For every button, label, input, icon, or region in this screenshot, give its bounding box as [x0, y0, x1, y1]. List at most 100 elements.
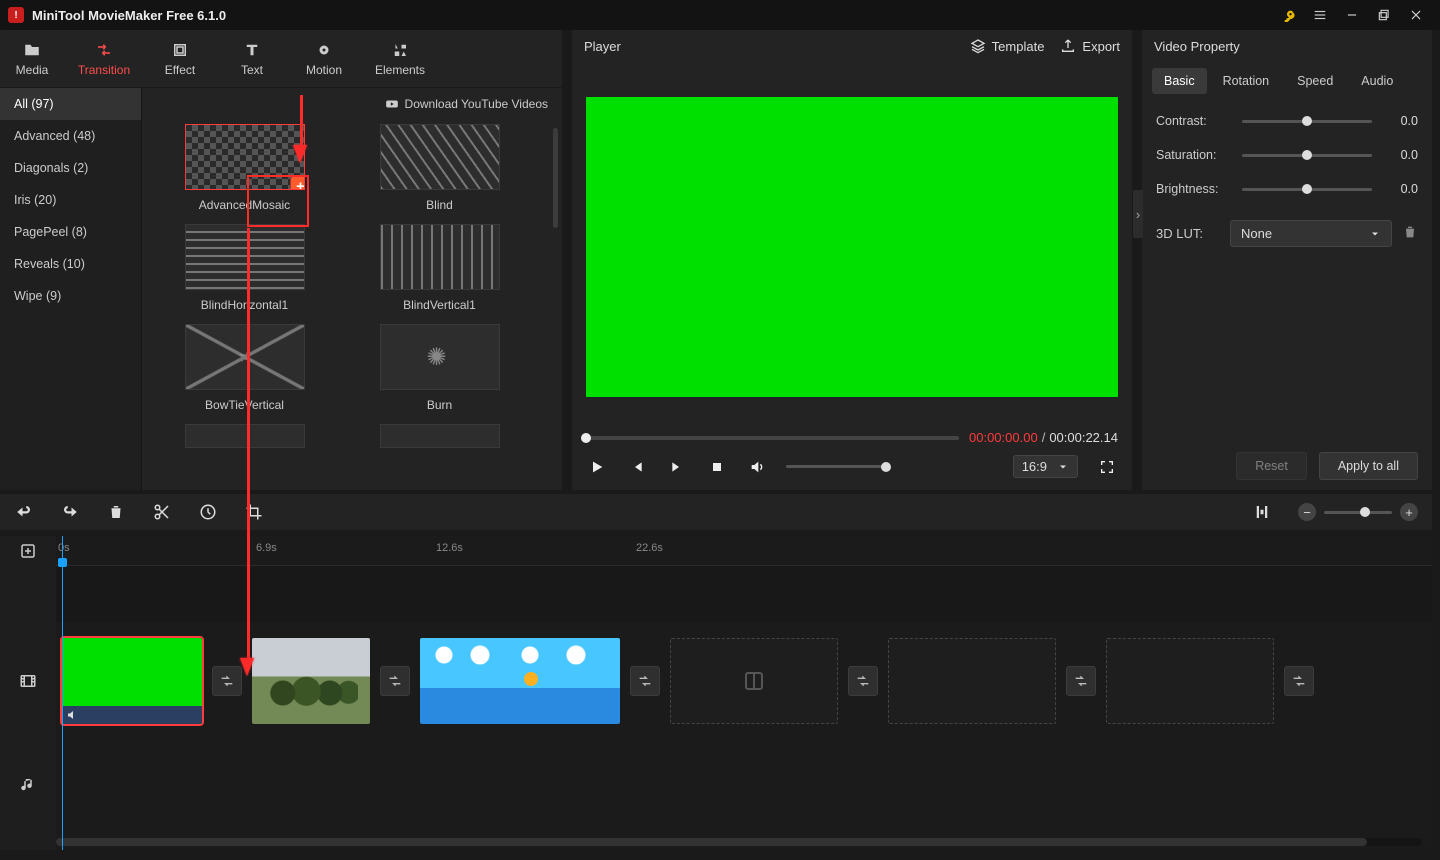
transition-label: BlindHorizontal1: [201, 298, 288, 312]
video-track[interactable]: [56, 622, 1432, 740]
clip-placeholder-3[interactable]: [1106, 638, 1274, 724]
transition-slot-1[interactable]: [212, 666, 242, 696]
transition-thumb: [380, 324, 500, 390]
seek-bar[interactable]: [586, 436, 959, 440]
app-title: MiniTool MovieMaker Free 6.1.0: [32, 8, 226, 23]
volume-slider[interactable]: [786, 465, 886, 468]
clip-2[interactable]: [252, 638, 370, 724]
collapse-property-button[interactable]: ›: [1133, 190, 1143, 238]
next-frame-button[interactable]: [666, 456, 688, 478]
zoom-in-button[interactable]: +: [1400, 503, 1418, 521]
tab-elements-label: Elements: [375, 63, 425, 77]
transition-blind[interactable]: Blind: [351, 124, 528, 212]
timeline-hscroll[interactable]: [56, 838, 1422, 846]
video-preview: [586, 97, 1118, 397]
volume-icon[interactable]: [746, 456, 768, 478]
category-pagepeel[interactable]: PagePeel (8): [0, 216, 141, 248]
timeline-ruler[interactable]: 0s 6.9s 12.6s 22.6s: [56, 536, 1432, 566]
fullscreen-button[interactable]: [1096, 456, 1118, 478]
transition-advancedmosaic[interactable]: + AdvancedMosaic: [156, 124, 333, 212]
menu-icon[interactable]: [1304, 0, 1336, 30]
transition-burn[interactable]: Burn: [351, 324, 528, 412]
prop-tab-audio[interactable]: Audio: [1349, 68, 1405, 94]
transition-more-2[interactable]: [351, 424, 528, 448]
category-iris[interactable]: Iris (20): [0, 184, 141, 216]
transition-label: Burn: [427, 398, 452, 412]
category-reveals[interactable]: Reveals (10): [0, 248, 141, 280]
crop-button[interactable]: [244, 502, 264, 522]
contrast-slider[interactable]: [1242, 120, 1372, 123]
timecode-current: 00:00:00.00: [969, 430, 1038, 445]
download-youtube-link[interactable]: Download YouTube Videos: [385, 97, 548, 111]
transition-slot-4[interactable]: [848, 666, 878, 696]
clip-1[interactable]: [62, 638, 202, 724]
maximize-icon[interactable]: [1368, 0, 1400, 30]
split-button[interactable]: [152, 502, 172, 522]
transition-slot-3[interactable]: [630, 666, 660, 696]
transition-thumb: [380, 124, 500, 190]
redo-button[interactable]: [60, 502, 80, 522]
apply-all-button[interactable]: Apply to all: [1319, 452, 1418, 480]
transition-label: AdvancedMosaic: [199, 198, 290, 212]
tab-media[interactable]: Media: [0, 30, 64, 87]
transition-slot-6[interactable]: [1284, 666, 1314, 696]
export-button[interactable]: Export: [1060, 38, 1120, 54]
close-icon[interactable]: [1400, 0, 1432, 30]
stop-button[interactable]: [706, 456, 728, 478]
lut-select[interactable]: None: [1230, 220, 1392, 247]
tab-motion[interactable]: Motion: [288, 30, 360, 87]
add-track-button[interactable]: [0, 536, 56, 566]
transition-slot-2[interactable]: [380, 666, 410, 696]
category-wipe[interactable]: Wipe (9): [0, 280, 141, 312]
tab-text[interactable]: Text: [216, 30, 288, 87]
category-all[interactable]: All (97): [0, 88, 141, 120]
audio-track-icon: [0, 740, 56, 830]
prev-frame-button[interactable]: [626, 456, 648, 478]
transition-thumb: [185, 424, 305, 448]
prop-tab-basic[interactable]: Basic: [1152, 68, 1207, 94]
clip-3[interactable]: [420, 638, 620, 724]
delete-button[interactable]: [106, 502, 126, 522]
template-button[interactable]: Template: [970, 38, 1045, 54]
speed-button[interactable]: [198, 502, 218, 522]
clip-placeholder-2[interactable]: [888, 638, 1056, 724]
speaker-icon: [66, 709, 78, 721]
elements-icon: [391, 41, 409, 59]
category-advanced[interactable]: Advanced (48): [0, 120, 141, 152]
activate-key-icon[interactable]: [1272, 0, 1304, 30]
zoom-slider[interactable]: [1324, 511, 1392, 514]
snap-button[interactable]: [1252, 502, 1272, 522]
tab-elements[interactable]: Elements: [360, 30, 440, 87]
prop-tab-speed[interactable]: Speed: [1285, 68, 1345, 94]
timeline-canvas[interactable]: 0s 6.9s 12.6s 22.6s: [56, 536, 1432, 850]
library-scrollbar[interactable]: [553, 128, 558, 228]
tab-transition[interactable]: Transition: [64, 30, 144, 87]
add-plus-icon[interactable]: +: [291, 176, 305, 190]
aspect-ratio-select[interactable]: 16:9: [1013, 455, 1078, 478]
playhead[interactable]: [62, 536, 63, 850]
category-diagonals[interactable]: Diagonals (2): [0, 152, 141, 184]
transition-blindvertical1[interactable]: BlindVertical1: [351, 224, 528, 312]
chevron-down-icon: [1057, 461, 1069, 473]
transition-bowtievertical[interactable]: ⇄ BowTieVertical: [156, 324, 333, 412]
transition-more-1[interactable]: [156, 424, 333, 448]
overlay-track[interactable]: [56, 566, 1432, 622]
transition-slot-5[interactable]: [1066, 666, 1096, 696]
lut-delete-icon[interactable]: [1402, 224, 1418, 243]
transition-blindhorizontal1[interactable]: BlindHorizontal1: [156, 224, 333, 312]
text-icon: [243, 41, 261, 59]
prop-tab-rotation[interactable]: Rotation: [1211, 68, 1282, 94]
reset-button[interactable]: Reset: [1236, 452, 1307, 480]
tab-effect[interactable]: Effect: [144, 30, 216, 87]
brightness-slider[interactable]: [1242, 188, 1372, 191]
audio-track[interactable]: [56, 740, 1432, 830]
play-button[interactable]: [586, 456, 608, 478]
saturation-slider[interactable]: [1242, 154, 1372, 157]
minimize-icon[interactable]: [1336, 0, 1368, 30]
brightness-value: 0.0: [1384, 182, 1418, 196]
clip-placeholder-1[interactable]: [670, 638, 838, 724]
undo-button[interactable]: [14, 502, 34, 522]
contrast-label: Contrast:: [1156, 114, 1230, 128]
transition-label: Blind: [426, 198, 453, 212]
zoom-out-button[interactable]: −: [1298, 503, 1316, 521]
